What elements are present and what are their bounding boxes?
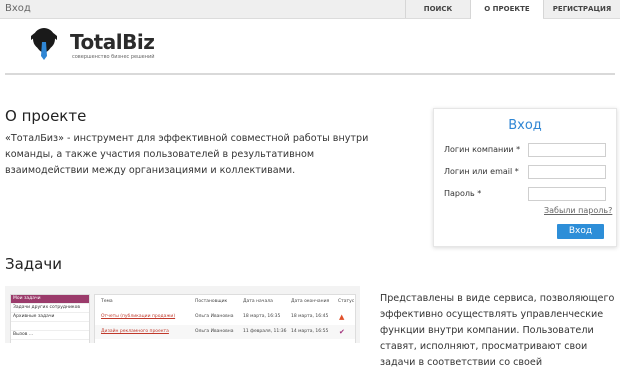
tasks-screenshot-preview: Мои задачи Задачи других сотрудников Арх…: [5, 286, 360, 343]
check-icon: ✔: [339, 328, 345, 336]
preview-header-cell: Постановщик: [195, 299, 228, 304]
preview-table-row: Отчеты (публикации продажи) Ольга Иванов…: [95, 310, 355, 324]
about-text: «ТоталБиз» - инструмент для эффективной …: [5, 133, 369, 176]
preview-cell: 11 февраля, 11:36: [243, 329, 287, 334]
preview-table-header: Тема Постановщик Дата начала Дата оконча…: [95, 295, 355, 309]
preview-cell: Ольга Ивановна: [195, 314, 234, 319]
preview-cell: Ольга Ивановна: [195, 329, 234, 334]
login-form: Вход Логин компании * Логин или email * …: [433, 108, 617, 247]
header-divider: [5, 73, 615, 75]
logo-tagline: совершенство бизнес решений: [72, 54, 155, 60]
preview-sidebar-item: Мои задачи: [11, 295, 89, 304]
page-title: О проекте: [5, 107, 87, 125]
login-title: Вход: [508, 118, 542, 133]
preview-task-link: Дизайн рекламного проекта: [101, 329, 169, 334]
top-bar: Вход Поиск О проекте Регистрация: [0, 0, 620, 19]
nav-about[interactable]: О проекте: [470, 0, 543, 19]
flame-icon: ▲: [339, 313, 345, 321]
logo-figure-icon: [31, 28, 57, 60]
preview-cell: 14 марта, 16:55: [291, 329, 329, 334]
preview-header-cell: Дата окончания: [291, 299, 330, 304]
preview-sidebar: Мои задачи Задачи других сотрудников Арх…: [10, 294, 90, 343]
password-input[interactable]: [528, 187, 606, 201]
login-link[interactable]: Вход: [5, 3, 31, 14]
logo-word: TotalBiz: [70, 30, 155, 54]
preview-table-row: Дизайн рекламного проекта Ольга Ивановна…: [95, 325, 355, 339]
nav-search[interactable]: Поиск: [405, 0, 470, 18]
preview-sidebar-item: Архивные задачи: [11, 313, 89, 322]
login-button[interactable]: Вход: [557, 224, 604, 239]
site-logo[interactable]: TotalBiz совершенство бизнес решений: [28, 26, 168, 66]
tasks-description: Представлены в виде сервиса, позволяющег…: [380, 293, 615, 368]
preview-cell: 18 марта, 16:35: [243, 314, 281, 319]
preview-sidebar-item: [11, 322, 89, 331]
preview-sidebar-item: Вызов ...: [11, 331, 89, 340]
forgot-password-link[interactable]: Забыли пароль?: [544, 206, 612, 215]
password-label: Пароль *: [444, 189, 482, 198]
nav-register[interactable]: Регистрация: [543, 0, 620, 18]
preview-header-cell: Дата начала: [243, 299, 273, 304]
company-login-label: Логин компании *: [444, 145, 521, 154]
preview-sidebar-item: Задачи других сотрудников: [11, 304, 89, 313]
preview-task-table: Тема Постановщик Дата начала Дата оконча…: [94, 294, 356, 343]
email-login-input[interactable]: [528, 165, 606, 179]
preview-header-cell: Тема: [101, 299, 113, 304]
preview-header-cell: Статус: [338, 299, 355, 304]
preview-task-link: Отчеты (публикации продажи): [101, 314, 176, 319]
email-login-label: Логин или email *: [444, 167, 519, 176]
tasks-title: Задачи: [5, 255, 62, 273]
top-navigation: Поиск О проекте Регистрация: [405, 0, 620, 19]
company-login-input[interactable]: [528, 143, 606, 157]
preview-cell: 18 марта, 16:45: [291, 314, 329, 319]
